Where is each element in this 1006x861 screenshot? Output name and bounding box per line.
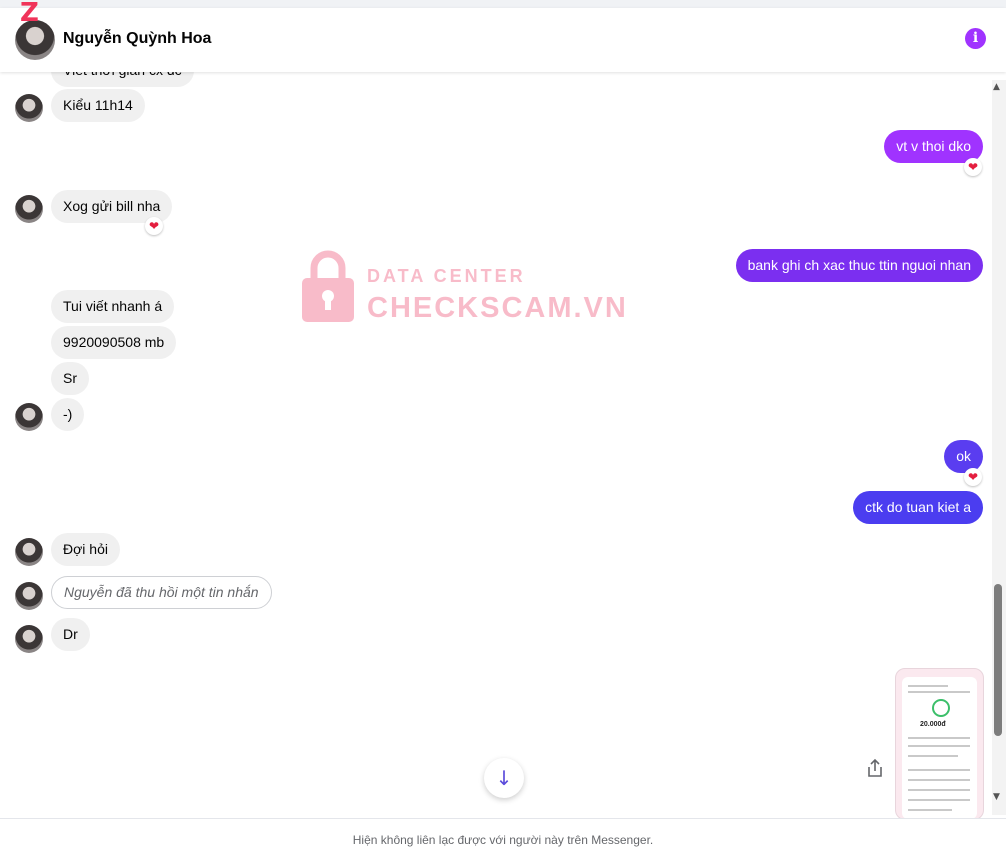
- sender-avatar: [15, 625, 43, 653]
- contact-name[interactable]: Nguyễn Quỳnh Hoa: [63, 30, 211, 48]
- sender-avatar: [15, 538, 43, 566]
- receipt-line: [908, 789, 970, 791]
- message-unsent: Nguyễn đã thu hồi một tin nhắn: [51, 576, 272, 609]
- chat-header: Z Nguyễn Quỳnh Hoa i: [0, 0, 1006, 72]
- message-list: Viết thời gian cx đc Kiểu 11h14 vt v tho…: [0, 72, 990, 810]
- watermark-line1: DATA CENTER: [367, 266, 526, 286]
- sender-avatar: [15, 582, 43, 610]
- chat-window: Z Nguyễn Quỳnh Hoa i Viết thời gian cx đ…: [0, 0, 1006, 861]
- watermark: DATA CENTER CHECKSCAM.VN: [300, 248, 630, 328]
- scroll-down-arrow-icon[interactable]: ▼: [993, 792, 1000, 802]
- receipt-amount: 20.000đ: [920, 721, 946, 728]
- message-incoming: Tui viết nhanh á: [51, 290, 175, 323]
- share-icon[interactable]: [866, 758, 884, 778]
- sender-avatar: [15, 94, 43, 122]
- lock-icon: [302, 250, 354, 322]
- watermark-line2: CHECKSCAM.VN: [367, 292, 628, 324]
- message-incoming: Dr: [51, 618, 90, 651]
- scrollbar-thumb[interactable]: [994, 584, 1002, 736]
- message-outgoing: ctk do tuan kiet a: [853, 491, 983, 524]
- receipt-line: [908, 809, 952, 811]
- app-logo-mark: Z: [20, 0, 39, 28]
- receipt-line: [908, 737, 970, 739]
- info-icon[interactable]: i: [965, 28, 986, 49]
- message-incoming: -): [51, 398, 85, 431]
- message-incoming: Kiểu 11h14: [51, 89, 145, 122]
- receipt-line: [908, 691, 970, 693]
- success-check-icon: [932, 699, 950, 717]
- message-outgoing: bank ghi ch xac thuc ttin nguoi nhan: [735, 249, 983, 282]
- scroll-to-bottom-button[interactable]: ↓: [484, 758, 524, 798]
- receipt-line: [908, 685, 948, 687]
- scroll-up-arrow-icon[interactable]: ▲: [993, 82, 1000, 92]
- receipt-line: [908, 799, 970, 801]
- message-incoming: Viết thời gian cx đc: [51, 72, 194, 87]
- receipt-line: [908, 769, 970, 771]
- message-incoming: Sr: [51, 362, 89, 395]
- receipt-line: [908, 755, 958, 757]
- heart-reaction-icon[interactable]: ❤: [964, 158, 982, 176]
- receipt-line: [908, 779, 970, 781]
- heart-reaction-icon[interactable]: ❤: [145, 217, 163, 235]
- receipt-preview: 20.000đ: [902, 677, 977, 819]
- message-incoming: Đợi hỏi: [51, 533, 120, 566]
- heart-reaction-icon[interactable]: ❤: [964, 468, 982, 486]
- sender-avatar: [15, 403, 43, 431]
- receipt-line: [908, 745, 970, 747]
- payment-receipt-image[interactable]: 20.000đ: [895, 668, 984, 820]
- sender-avatar: [15, 195, 43, 223]
- message-incoming: 9920090508 mb: [51, 326, 177, 359]
